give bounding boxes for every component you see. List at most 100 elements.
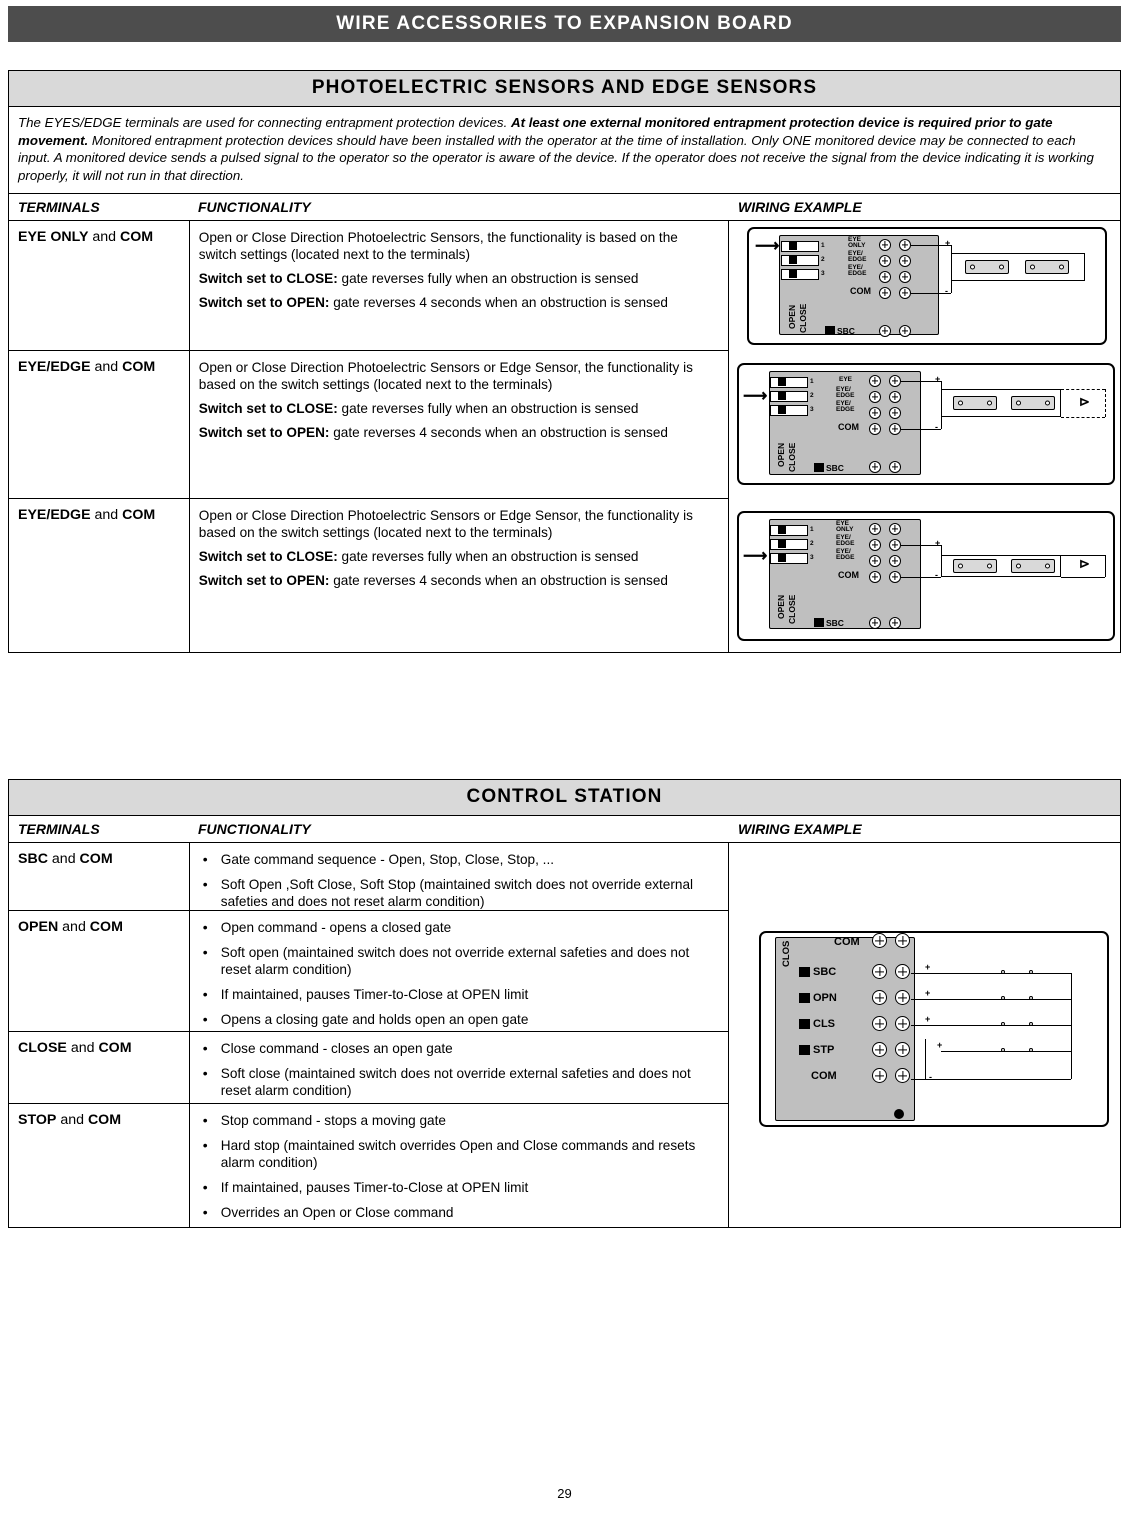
row-terminal: OPEN and COM bbox=[9, 911, 189, 1031]
edge-sensor-symbol: ⊳ bbox=[1079, 555, 1090, 571]
diagram-eye-edge-1: ⟶ OPEN CLOSE 1 2 3 EYE EYE/ EDGE EYE/ ED… bbox=[729, 351, 1120, 499]
terminal-label-eye-only: EYE ONLY bbox=[848, 235, 866, 250]
diagram-control-station: CLOS COM SBC OPN CLS STP COM + + + + - bbox=[729, 923, 1120, 1143]
func-line-2-text: gate reverses fully when an obstruction … bbox=[337, 549, 639, 565]
terminal-name-1: CLOSE bbox=[18, 1040, 67, 1056]
wire-negative bbox=[901, 576, 941, 578]
wire-opn bbox=[911, 999, 1071, 1000]
row-terminal: SBC and COM bbox=[9, 843, 189, 910]
screw-terminal bbox=[872, 933, 887, 948]
switch-toggle-2 bbox=[789, 256, 797, 265]
list-item: If maintained, pauses Timer-to-Close at … bbox=[199, 985, 718, 1004]
table-row: STOP and COM Stop command - stops a movi… bbox=[9, 1104, 728, 1227]
screw-terminal bbox=[899, 270, 911, 283]
terminal-label-sbc: SBC bbox=[837, 325, 855, 336]
polarity-minus: - bbox=[935, 421, 938, 432]
photo-eye-device bbox=[1025, 259, 1069, 274]
screw-terminal bbox=[879, 238, 891, 251]
switch-toggle-2 bbox=[778, 540, 786, 549]
polarity-plus: + bbox=[935, 537, 941, 548]
switch-toggle-1 bbox=[789, 242, 797, 251]
wire-com-vertical bbox=[1071, 973, 1072, 1079]
section1-body: EYE ONLY and COM Open or Close Direction… bbox=[9, 220, 1120, 652]
terminal-switch-cls bbox=[799, 1019, 810, 1029]
table-row: SBC and COM Gate command sequence - Open… bbox=[9, 843, 728, 911]
col-header-functionality: FUNCTIONALITY bbox=[198, 821, 311, 837]
wire-com bbox=[911, 1079, 1071, 1080]
pointer-arrow-icon: ⟶ bbox=[743, 385, 768, 405]
terminal-label-eye-edge-1: EYE/ EDGE bbox=[848, 249, 867, 264]
func-line-3-text: gate reverses 4 seconds when an obstruct… bbox=[329, 572, 668, 588]
screw-terminal bbox=[872, 1068, 887, 1083]
switch-toggle-3 bbox=[778, 554, 786, 563]
terminal-conjunction: and bbox=[66, 1040, 99, 1056]
terminal-number-3: 3 bbox=[821, 269, 825, 277]
page-header-title: WIRE ACCESSORIES TO EXPANSION BOARD bbox=[336, 13, 793, 34]
switch-block-2 bbox=[781, 254, 819, 266]
screw-terminal bbox=[869, 616, 881, 629]
switch-label-open: OPEN bbox=[776, 442, 786, 467]
diagram-eye-edge-2: ⟶ OPEN CLOSE 1 2 3 EYE ONLY EYE/ EDGE EY… bbox=[729, 499, 1120, 652]
func-line-1: Open or Close Direction Photoelectric Se… bbox=[198, 359, 693, 393]
switch-toggle-2 bbox=[778, 392, 786, 401]
bullet-list: Open command - opens a closed gate Soft … bbox=[199, 918, 718, 1029]
func-line-2: Switch set to CLOSE: gate reverses fully… bbox=[199, 400, 718, 418]
func-line-3-text: gate reverses 4 seconds when an obstruct… bbox=[329, 424, 668, 440]
page: WIRE ACCESSORIES TO EXPANSION BOARD PHOT… bbox=[0, 0, 1129, 1513]
list-item: Soft close (maintained switch does not o… bbox=[199, 1064, 718, 1100]
func-line-2-text: gate reverses fully when an obstruction … bbox=[337, 401, 639, 417]
wire-positive-vertical bbox=[941, 544, 942, 555]
switch-contact bbox=[1029, 996, 1033, 1000]
table-row: EYE ONLY and COM Open or Close Direction… bbox=[9, 220, 728, 351]
bullet-list: Gate command sequence - Open, Stop, Clos… bbox=[199, 850, 718, 911]
polarity-minus: - bbox=[935, 569, 938, 580]
terminal-name-2: COM bbox=[87, 1112, 122, 1128]
polarity-plus-cls: + bbox=[925, 1014, 931, 1024]
list-item: Opens a closing gate and holds open an o… bbox=[199, 1010, 718, 1029]
row-functionality: Stop command - stops a moving gate Hard … bbox=[188, 1104, 728, 1227]
switch-block-3 bbox=[781, 268, 819, 280]
switch-contact bbox=[1029, 970, 1033, 974]
func-line-2: Switch set to CLOSE: gate reverses fully… bbox=[199, 548, 718, 566]
screw-terminal bbox=[872, 990, 887, 1005]
switch-contact bbox=[1029, 1022, 1033, 1026]
edge-sensor-symbol: ⊳ bbox=[1079, 393, 1090, 409]
wire-positive bbox=[901, 380, 941, 382]
wire-sbc bbox=[911, 973, 1071, 974]
row-terminal: STOP and COM bbox=[9, 1104, 189, 1227]
col-header-wiring-example: WIRING EXAMPLE bbox=[738, 198, 862, 215]
polarity-minus: - bbox=[945, 285, 948, 296]
control-station-title: CONTROL STATION bbox=[9, 780, 1120, 816]
edge-sensor-wire-right bbox=[1105, 554, 1106, 577]
bullet-list: Stop command - stops a moving gate Hard … bbox=[199, 1111, 718, 1221]
photo-eye-device bbox=[953, 395, 997, 410]
terminal-label-sbc: SBC bbox=[813, 966, 837, 978]
section1-column-headers: TERMINALS FUNCTIONALITY WIRING EXAMPLE bbox=[9, 194, 1120, 221]
switch-label-close: CLOS bbox=[781, 940, 792, 967]
terminal-switch-opn bbox=[799, 993, 810, 1003]
row-terminal: EYE/EDGE and COM bbox=[9, 499, 189, 652]
terminal-name-2: COM bbox=[122, 358, 156, 375]
edge-sensor-wire-bottom bbox=[1061, 576, 1105, 578]
section2-body: SBC and COM Gate command sequence - Open… bbox=[9, 843, 1120, 1227]
switch-block-1 bbox=[770, 376, 808, 388]
polarity-plus-opn: + bbox=[925, 988, 931, 998]
bullet-list: Close command - closes an open gate Soft… bbox=[199, 1039, 718, 1100]
switch-contact bbox=[1001, 1022, 1005, 1026]
terminal-name-2: COM bbox=[120, 228, 154, 245]
terminal-label-opn: OPN bbox=[813, 992, 837, 1004]
screw-terminal bbox=[869, 422, 881, 435]
screw-terminal bbox=[869, 460, 881, 473]
func-line-2-bold: Switch set to CLOSE: bbox=[198, 549, 338, 565]
polarity-plus-sbc: + bbox=[925, 962, 931, 972]
sbc-switch bbox=[825, 325, 835, 335]
table-row: EYE/EDGE and COM Open or Close Direction… bbox=[9, 350, 728, 499]
table-row: CLOSE and COM Close command - closes an … bbox=[9, 1032, 728, 1104]
func-line-2-bold: Switch set to CLOSE: bbox=[198, 401, 338, 417]
row-functionality: Open or Close Direction Photoelectric Se… bbox=[188, 350, 728, 498]
screw-terminal bbox=[869, 406, 881, 419]
screw-terminal bbox=[879, 324, 891, 337]
func-line-3-bold: Switch set to OPEN: bbox=[198, 572, 330, 588]
screw-terminal bbox=[879, 286, 891, 299]
screw-terminal bbox=[889, 522, 901, 535]
